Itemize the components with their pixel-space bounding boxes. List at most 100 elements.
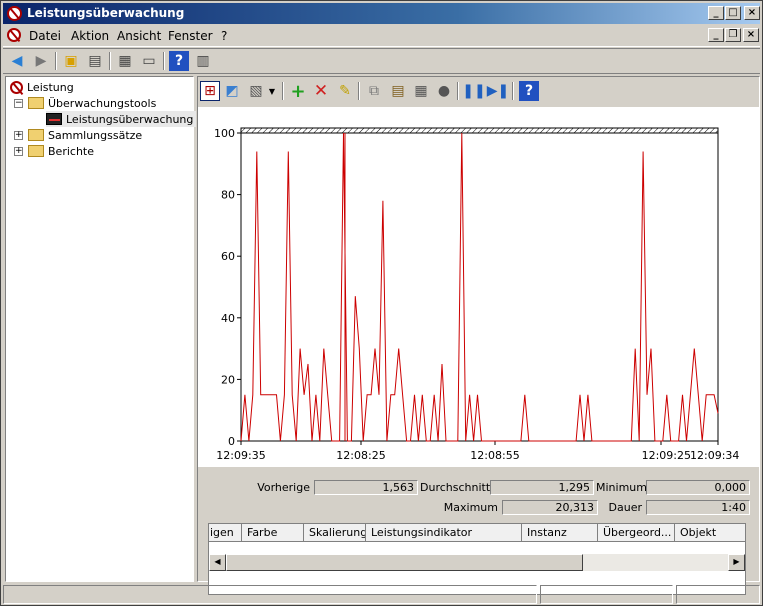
change-graph-type-icon[interactable]: ▧ [246,81,266,101]
expander-toggle-icon[interactable]: + [14,131,23,140]
average-value: 1,295 [490,480,594,495]
column-header-objekt[interactable]: Objekt [675,524,745,542]
print-icon[interactable]: ▭ [139,51,159,71]
zoom-icon[interactable]: ● [434,81,454,101]
title-bar[interactable]: Leistungsüberwachung _ □ × [3,3,760,24]
window-title: Leistungsüberwachung [27,6,185,20]
minimize-button[interactable]: _ [708,6,724,20]
y-tick-label: 0 [228,435,235,448]
folder-icon [28,129,44,141]
main-toolbar: ◀ ▶ ▣ ▤ ▦ ▭ ? ▥ [3,48,760,74]
expander-toggle-icon[interactable]: − [14,99,23,108]
back-arrow-icon[interactable]: ◀ [7,51,27,71]
tree-item-label: Überwachungstools [48,96,157,110]
tree-item-ueberwachungstools[interactable]: Überwachungstools [28,95,156,111]
freeze-display-icon[interactable]: ❚❚ [462,81,485,101]
tree-item-leistung[interactable]: Leistung [10,79,74,95]
tree-item-label: Berichte [48,144,94,158]
scrollbar-thumb[interactable] [226,554,583,571]
perfmon-app-icon [7,6,22,21]
performance-line-chart[interactable]: 0 20 40 60 80 100 12:09:35 12:08:25 12:08:55 12:0… [198,107,759,467]
child-restore-button[interactable]: ❐ [725,28,741,42]
menu-aktion[interactable]: Aktion [71,29,109,43]
maximum-label: Maximum [443,501,498,514]
chevron-down-icon[interactable]: ▼ [266,81,278,101]
show-hide-tree-icon[interactable]: ▤ [85,51,105,71]
x-tick-label: 12:09:25 [642,449,691,462]
view-graph-icon[interactable]: ⊞ [200,81,220,101]
paste-counter-list-icon[interactable]: ▤ [388,81,408,101]
plot-frame [240,132,719,442]
y-tick-label: 40 [221,312,235,325]
console-view-icon[interactable]: ▥ [193,51,213,71]
folder-icon [28,97,44,109]
menu-datei[interactable]: Datei [29,29,61,43]
toolbar-separator [512,82,514,100]
scroll-right-button[interactable]: ▶ [728,554,745,571]
toolbar-separator [163,52,165,70]
status-panel-main [3,585,537,604]
tree-item-sammlungssaetze[interactable]: Sammlungssätze [28,127,142,143]
forward-arrow-icon[interactable]: ▶ [31,51,51,71]
chart-monitor-icon [46,113,62,125]
copy-properties-icon[interactable]: ⧉ [364,81,384,101]
column-header-farbe[interactable]: Farbe [242,524,304,542]
x-tick-label: 12:09:34 [690,449,739,462]
column-header-instanz[interactable]: Instanz [522,524,598,542]
help-icon[interactable]: ? [169,51,189,71]
highlight-icon[interactable]: ✎ [335,81,355,101]
menu-fenster[interactable]: Fenster [168,29,213,43]
child-minimize-button[interactable]: _ [708,28,724,42]
previous-value: 1,563 [314,480,418,495]
column-header-uebergeordnet[interactable]: Übergeord... [598,524,675,542]
tree-item-label: Leistungsüberwachung [66,112,194,126]
average-label: Durchschnitt [420,481,491,494]
tree-item-label: Leistung [27,80,74,94]
previous-label: Vorherige [257,481,310,494]
system-menu-icon[interactable] [7,28,21,42]
y-tick-label: 60 [221,250,235,263]
tree-item-label: Sammlungssätze [48,128,143,142]
reports-folder-icon [28,145,44,157]
perfmon-icon [10,80,23,94]
graph-area[interactable]: 0 20 40 60 80 100 12:09:35 12:08:25 12:08:55 12:0… [198,107,759,467]
toolbar-separator [358,82,360,100]
x-tick-label: 12:08:55 [470,449,519,462]
navigation-tree: Leistung − Überwachungstools Leistungsüb… [5,76,197,582]
duration-value: 1:40 [646,500,750,515]
help-icon[interactable]: ? [519,81,539,101]
child-close-button[interactable]: × [743,28,759,42]
view-current-activity-icon[interactable]: ◩ [222,81,242,101]
status-panel-3 [676,585,760,604]
menu-bar: Datei Aktion Ansicht Fenster ? _ ❐ × [3,25,760,47]
properties-icon[interactable]: ▦ [411,81,431,101]
horizontal-scrollbar[interactable]: ◀ ▶ [209,554,745,571]
column-header-skalierung[interactable]: Skalierung [304,524,366,542]
export-list-icon[interactable]: ▦ [115,51,135,71]
main-window: Leistungsüberwachung _ □ × Datei Aktion … [0,0,763,606]
folder-up-icon[interactable]: ▣ [61,51,81,71]
column-header-leistungsindikator[interactable]: Leistungsindikator [366,524,522,542]
update-data-icon[interactable]: ▶❚ [487,81,510,101]
maximize-button[interactable]: □ [725,6,741,20]
menu-help[interactable]: ? [221,29,227,43]
y-tick-label: 100 [214,127,235,140]
graph-toolbar: ⊞ ◩ ▧ ▼ + ✕ ✎ ⧉ ▤ ▦ ● ❚❚ ▶❚ ? [198,77,759,105]
y-tick-label: 80 [221,189,235,202]
tree-item-berichte[interactable]: Berichte [28,143,94,159]
add-counter-icon[interactable]: + [288,81,308,102]
expander-toggle-icon[interactable]: + [14,147,23,156]
y-tick-label: 20 [221,373,235,386]
maximum-value: 20,313 [502,500,598,515]
scroll-left-button[interactable]: ◀ [209,554,226,571]
menu-ansicht[interactable]: Ansicht [117,29,161,43]
toolbar-separator [282,82,284,100]
status-panel-2 [540,585,673,604]
close-button[interactable]: × [744,6,760,20]
tree-item-leistungsueberwachung[interactable]: Leistungsüberwachung [46,111,197,127]
column-header-anzeigen[interactable]: igen [209,524,242,542]
minimum-label: Minimum [596,481,647,494]
delete-counter-icon[interactable]: ✕ [311,81,331,101]
scale-band [240,127,719,134]
duration-label: Dauer [608,501,642,514]
